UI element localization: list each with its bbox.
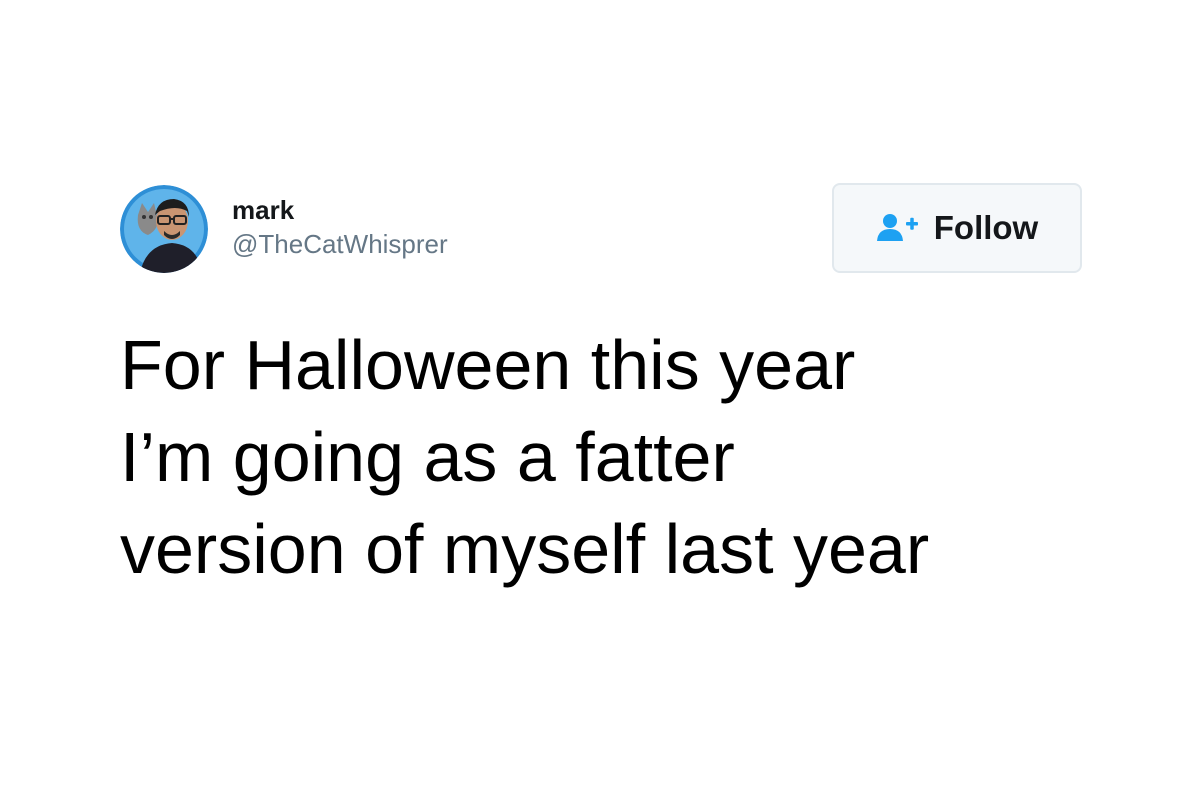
avatar[interactable] <box>120 185 208 273</box>
user-handle[interactable]: @TheCatWhisprer <box>232 229 448 259</box>
tweet-line: version of myself last year <box>120 510 930 588</box>
display-name[interactable]: mark <box>232 195 448 225</box>
avatar-photo <box>120 185 208 273</box>
tweet-card: mark @TheCatWhisprer Follow For Hallowee… <box>120 183 1082 595</box>
tweet-line: For Halloween this year <box>120 326 856 404</box>
follow-label: Follow <box>933 209 1039 246</box>
follow-button[interactable]: Follow <box>832 183 1082 273</box>
tweet-header: mark @TheCatWhisprer Follow <box>120 183 1082 277</box>
user-info: mark @TheCatWhisprer <box>232 195 448 259</box>
tweet-line: I’m going as a fatter <box>120 418 735 496</box>
tweet-text: For Halloween this year I’m going as a f… <box>120 319 1082 595</box>
page: mark @TheCatWhisprer Follow For Hallowee… <box>0 0 1200 800</box>
add-user-icon <box>876 213 920 243</box>
